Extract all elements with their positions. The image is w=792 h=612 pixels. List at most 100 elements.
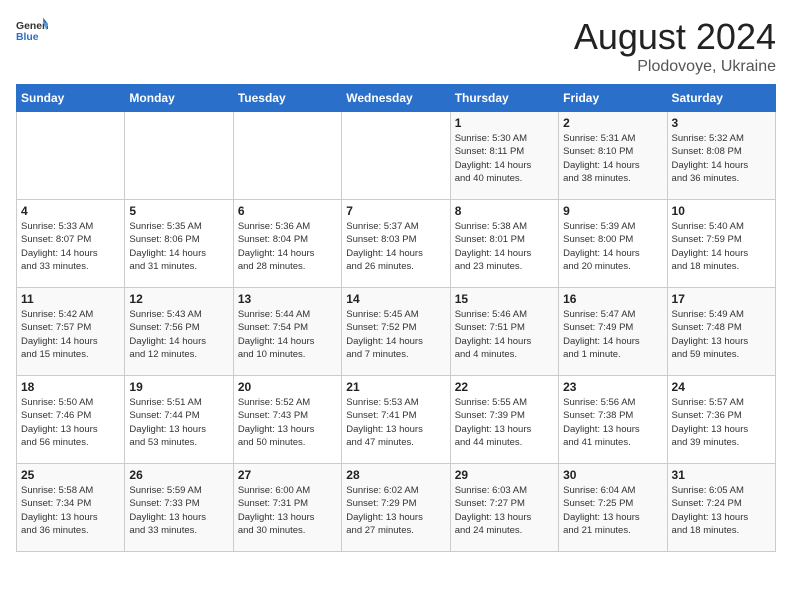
calendar-cell: 31 Sunrise: 6:05 AM Sunset: 7:24 PM Dayli… <box>667 464 775 552</box>
day-number: 15 <box>455 292 554 306</box>
day-number: 27 <box>238 468 337 482</box>
calendar-cell: 22Sunrise: 5:55 AM Sunset: 7:39 PM Dayli… <box>450 376 558 464</box>
day-info: Sunrise: 5:43 AM Sunset: 7:56 PM Dayligh… <box>129 308 228 361</box>
day-number: 25 <box>21 468 120 482</box>
day-info: Sunrise: 5:44 AM Sunset: 7:54 PM Dayligh… <box>238 308 337 361</box>
day-info: Sunrise: 5:37 AM Sunset: 8:03 PM Dayligh… <box>346 220 445 273</box>
day-info: Sunrise: 6:00 AM Sunset: 7:31 PM Dayligh… <box>238 484 337 537</box>
calendar-cell: 15 Sunrise: 5:46 AM Sunset: 7:51 PM Dayli… <box>450 288 558 376</box>
day-info: Sunrise: 6:05 AM Sunset: 7:24 PM Dayligh… <box>672 484 771 537</box>
calendar-cell <box>233 112 341 200</box>
day-number: 9 <box>563 204 662 218</box>
calendar-cell: 14 Sunrise: 5:45 AM Sunset: 7:52 PM Dayli… <box>342 288 450 376</box>
day-info: Sunrise: 5:45 AM Sunset: 7:52 PM Dayligh… <box>346 308 445 361</box>
day-info: Sunrise: 5:31 AM Sunset: 8:10 PM Dayligh… <box>563 132 662 185</box>
calendar-cell: 24 Sunrise: 5:57 AM Sunset: 7:36 PM Dayli… <box>667 376 775 464</box>
calendar-cell <box>342 112 450 200</box>
calendar-cell: 19Sunrise: 5:51 AM Sunset: 7:44 PM Dayli… <box>125 376 233 464</box>
calendar-cell: 23 Sunrise: 5:56 AM Sunset: 7:38 PM Dayli… <box>559 376 667 464</box>
calendar-cell: 13 Sunrise: 5:44 AM Sunset: 7:54 PM Dayli… <box>233 288 341 376</box>
day-number: 4 <box>21 204 120 218</box>
calendar-cell: 10 Sunrise: 5:40 AM Sunset: 7:59 PM Dayli… <box>667 200 775 288</box>
day-info: Sunrise: 5:39 AM Sunset: 8:00 PM Dayligh… <box>563 220 662 273</box>
weekday-header-friday: Friday <box>559 85 667 112</box>
calendar-cell: 3 Sunrise: 5:32 AM Sunset: 8:08 PM Daylig… <box>667 112 775 200</box>
page-header: General Blue August 2024 Plodovoye, Ukra… <box>16 16 776 76</box>
calendar-week-1: 1Sunrise: 5:30 AM Sunset: 8:11 PM Daylig… <box>17 112 776 200</box>
calendar-cell: 2Sunrise: 5:31 AM Sunset: 8:10 PM Daylig… <box>559 112 667 200</box>
day-info: Sunrise: 5:59 AM Sunset: 7:33 PM Dayligh… <box>129 484 228 537</box>
day-number: 10 <box>672 204 771 218</box>
day-info: Sunrise: 5:42 AM Sunset: 7:57 PM Dayligh… <box>21 308 120 361</box>
day-number: 14 <box>346 292 445 306</box>
month-year-title: August 2024 <box>574 16 776 58</box>
calendar-week-3: 11Sunrise: 5:42 AM Sunset: 7:57 PM Dayli… <box>17 288 776 376</box>
calendar-week-5: 25 Sunrise: 5:58 AM Sunset: 7:34 PM Dayli… <box>17 464 776 552</box>
day-number: 8 <box>455 204 554 218</box>
day-number: 12 <box>129 292 228 306</box>
calendar-cell: 16Sunrise: 5:47 AM Sunset: 7:49 PM Dayli… <box>559 288 667 376</box>
day-info: Sunrise: 5:50 AM Sunset: 7:46 PM Dayligh… <box>21 396 120 449</box>
day-number: 24 <box>672 380 771 394</box>
day-info: Sunrise: 5:36 AM Sunset: 8:04 PM Dayligh… <box>238 220 337 273</box>
calendar-cell: 4 Sunrise: 5:33 AM Sunset: 8:07 PM Daylig… <box>17 200 125 288</box>
day-info: Sunrise: 5:47 AM Sunset: 7:49 PM Dayligh… <box>563 308 662 361</box>
day-number: 18 <box>21 380 120 394</box>
day-number: 3 <box>672 116 771 130</box>
calendar-cell: 6 Sunrise: 5:36 AM Sunset: 8:04 PM Daylig… <box>233 200 341 288</box>
logo-icon: General Blue <box>16 16 48 44</box>
calendar-cell: 7Sunrise: 5:37 AM Sunset: 8:03 PM Daylig… <box>342 200 450 288</box>
day-number: 31 <box>672 468 771 482</box>
day-info: Sunrise: 5:51 AM Sunset: 7:44 PM Dayligh… <box>129 396 228 449</box>
calendar-cell <box>17 112 125 200</box>
day-info: Sunrise: 5:49 AM Sunset: 7:48 PM Dayligh… <box>672 308 771 361</box>
day-info: Sunrise: 5:40 AM Sunset: 7:59 PM Dayligh… <box>672 220 771 273</box>
day-info: Sunrise: 5:33 AM Sunset: 8:07 PM Dayligh… <box>21 220 120 273</box>
weekday-header-tuesday: Tuesday <box>233 85 341 112</box>
calendar-cell: 5 Sunrise: 5:35 AM Sunset: 8:06 PM Daylig… <box>125 200 233 288</box>
calendar-week-2: 4 Sunrise: 5:33 AM Sunset: 8:07 PM Daylig… <box>17 200 776 288</box>
day-number: 26 <box>129 468 228 482</box>
day-info: Sunrise: 6:03 AM Sunset: 7:27 PM Dayligh… <box>455 484 554 537</box>
day-info: Sunrise: 5:56 AM Sunset: 7:38 PM Dayligh… <box>563 396 662 449</box>
calendar-cell: 25 Sunrise: 5:58 AM Sunset: 7:34 PM Dayli… <box>17 464 125 552</box>
calendar-cell: 11Sunrise: 5:42 AM Sunset: 7:57 PM Dayli… <box>17 288 125 376</box>
day-info: Sunrise: 6:04 AM Sunset: 7:25 PM Dayligh… <box>563 484 662 537</box>
day-number: 21 <box>346 380 445 394</box>
day-number: 23 <box>563 380 662 394</box>
logo: General Blue <box>16 16 48 44</box>
calendar-table: SundayMondayTuesdayWednesdayThursdayFrid… <box>16 84 776 552</box>
calendar-cell: 17Sunrise: 5:49 AM Sunset: 7:48 PM Dayli… <box>667 288 775 376</box>
calendar-cell: 20Sunrise: 5:52 AM Sunset: 7:43 PM Dayli… <box>233 376 341 464</box>
weekday-header-saturday: Saturday <box>667 85 775 112</box>
weekday-header-thursday: Thursday <box>450 85 558 112</box>
day-number: 29 <box>455 468 554 482</box>
calendar-cell: 12 Sunrise: 5:43 AM Sunset: 7:56 PM Dayli… <box>125 288 233 376</box>
calendar-cell: 8Sunrise: 5:38 AM Sunset: 8:01 PM Daylig… <box>450 200 558 288</box>
day-number: 5 <box>129 204 228 218</box>
day-info: Sunrise: 5:58 AM Sunset: 7:34 PM Dayligh… <box>21 484 120 537</box>
calendar-cell: 28 Sunrise: 6:02 AM Sunset: 7:29 PM Dayli… <box>342 464 450 552</box>
day-number: 30 <box>563 468 662 482</box>
calendar-cell: 1Sunrise: 5:30 AM Sunset: 8:11 PM Daylig… <box>450 112 558 200</box>
calendar-week-4: 18 Sunrise: 5:50 AM Sunset: 7:46 PM Dayli… <box>17 376 776 464</box>
calendar-cell: 18 Sunrise: 5:50 AM Sunset: 7:46 PM Dayli… <box>17 376 125 464</box>
day-number: 22 <box>455 380 554 394</box>
day-number: 1 <box>455 116 554 130</box>
day-info: Sunrise: 5:57 AM Sunset: 7:36 PM Dayligh… <box>672 396 771 449</box>
day-number: 28 <box>346 468 445 482</box>
weekday-header-row: SundayMondayTuesdayWednesdayThursdayFrid… <box>17 85 776 112</box>
calendar-cell: 30 Sunrise: 6:04 AM Sunset: 7:25 PM Dayli… <box>559 464 667 552</box>
day-number: 13 <box>238 292 337 306</box>
weekday-header-monday: Monday <box>125 85 233 112</box>
title-block: August 2024 Plodovoye, Ukraine <box>574 16 776 76</box>
calendar-cell: 27 Sunrise: 6:00 AM Sunset: 7:31 PM Dayli… <box>233 464 341 552</box>
calendar-cell: 29 Sunrise: 6:03 AM Sunset: 7:27 PM Dayli… <box>450 464 558 552</box>
day-info: Sunrise: 5:32 AM Sunset: 8:08 PM Dayligh… <box>672 132 771 185</box>
svg-text:Blue: Blue <box>16 32 39 43</box>
day-info: Sunrise: 5:46 AM Sunset: 7:51 PM Dayligh… <box>455 308 554 361</box>
day-info: Sunrise: 5:35 AM Sunset: 8:06 PM Dayligh… <box>129 220 228 273</box>
weekday-header-wednesday: Wednesday <box>342 85 450 112</box>
day-number: 6 <box>238 204 337 218</box>
day-info: Sunrise: 6:02 AM Sunset: 7:29 PM Dayligh… <box>346 484 445 537</box>
